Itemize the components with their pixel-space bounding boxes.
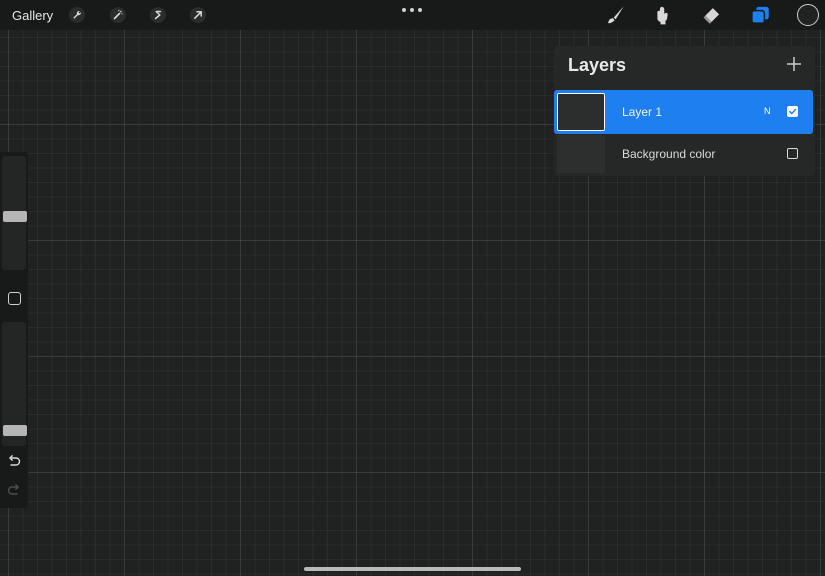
add-layer-button[interactable] xyxy=(785,55,803,73)
modify-button[interactable] xyxy=(8,292,21,305)
brush-size-slider-thumb[interactable] xyxy=(3,211,27,222)
layer-visibility-checkbox[interactable] xyxy=(787,148,798,159)
blend-mode-button[interactable]: N xyxy=(764,106,771,116)
adjustments-button[interactable] xyxy=(107,4,129,26)
undo-button[interactable] xyxy=(6,454,22,468)
layer-visibility-checkbox[interactable] xyxy=(787,106,798,117)
layers-button[interactable] xyxy=(748,4,772,26)
layers-icon xyxy=(751,6,769,24)
transform-arrow-icon xyxy=(190,7,206,23)
smudge-tool-button[interactable] xyxy=(651,4,675,26)
opacity-slider-thumb[interactable] xyxy=(3,425,27,436)
layer-row-background-color[interactable]: Background color xyxy=(554,132,813,176)
top-toolbar: Gallery xyxy=(0,0,825,30)
home-indicator[interactable] xyxy=(304,567,521,571)
selection-s-icon xyxy=(150,7,166,23)
gallery-button[interactable]: Gallery xyxy=(12,8,53,23)
undo-icon xyxy=(9,455,21,466)
opacity-slider[interactable] xyxy=(2,322,27,446)
layer-name: Layer 1 xyxy=(622,105,663,119)
layers-panel-title: Layers xyxy=(568,55,627,75)
layer-thumbnail xyxy=(557,135,605,173)
checkmark-icon xyxy=(789,108,797,115)
selection-button[interactable] xyxy=(147,4,169,26)
wrench-icon xyxy=(69,7,85,23)
brush-icon xyxy=(608,6,624,24)
dot xyxy=(410,8,414,12)
eraser-tool-button[interactable] xyxy=(699,4,723,26)
layer-thumbnail xyxy=(557,93,605,131)
redo-icon xyxy=(7,484,19,495)
brush-tool-button[interactable] xyxy=(603,4,627,26)
magic-wand-icon xyxy=(110,7,126,23)
eraser-icon xyxy=(703,8,720,24)
actions-button[interactable] xyxy=(66,4,88,26)
dot xyxy=(402,8,406,12)
more-options-button[interactable] xyxy=(402,6,422,14)
left-sidebar xyxy=(0,152,28,508)
redo-button[interactable] xyxy=(6,483,22,497)
transform-button[interactable] xyxy=(187,4,209,26)
plus-icon xyxy=(787,57,801,71)
smudge-icon xyxy=(657,6,668,25)
dot xyxy=(418,8,422,12)
layers-panel: Layers Layer 1 N Background color xyxy=(554,46,815,176)
brush-size-slider[interactable] xyxy=(2,156,27,270)
color-picker-button[interactable] xyxy=(797,4,819,26)
layer-name: Background color xyxy=(622,147,716,161)
layer-row-layer-1[interactable]: Layer 1 N xyxy=(554,90,813,134)
